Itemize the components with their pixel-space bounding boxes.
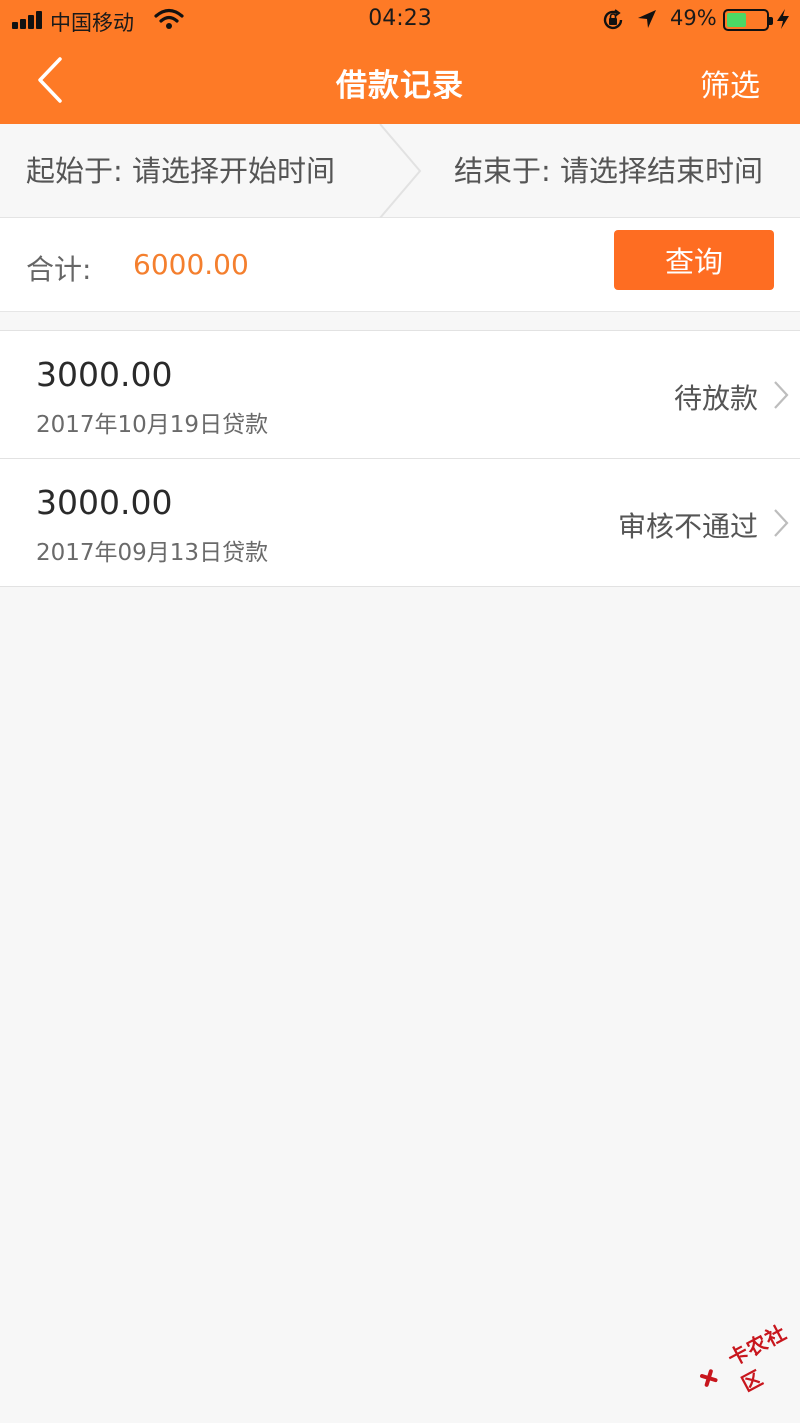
chevron-right-icon	[774, 509, 789, 537]
app-header: 中国移动 04:23 49% 借款记录 筛选	[0, 0, 800, 124]
query-button[interactable]: 查询	[614, 230, 774, 290]
chevron-right-icon	[774, 381, 789, 409]
page-title: 借款记录	[336, 68, 464, 104]
loan-list: 3000.00 2017年10月19日贷款 待放款 3000.00 2017年0…	[0, 330, 800, 587]
total-value: 6000.00	[133, 248, 249, 281]
charging-bolt-icon	[777, 9, 789, 29]
battery-percent: 49%	[670, 6, 717, 30]
loan-date: 2017年10月19日贷款	[36, 412, 269, 438]
summary-row: 合计: 6000.00 查询	[0, 218, 800, 312]
loan-date: 2017年09月13日贷款	[36, 540, 269, 566]
rotation-lock-icon	[603, 9, 623, 30]
end-date-picker[interactable]: 结束于: 请选择结束时间	[426, 124, 800, 218]
loan-status: 审核不通过	[617, 510, 758, 543]
battery-icon	[723, 9, 773, 31]
filter-button[interactable]: 筛选	[700, 61, 760, 105]
loan-amount: 3000.00	[36, 483, 173, 522]
status-bar: 中国移动 04:23 49%	[0, 0, 800, 40]
separator-arrow-icon	[379, 124, 422, 218]
loan-status: 待放款	[673, 382, 758, 415]
loan-amount: 3000.00	[36, 355, 173, 394]
loan-record[interactable]: 3000.00 2017年09月13日贷款 审核不通过	[0, 459, 800, 587]
location-icon	[638, 10, 656, 28]
start-date-picker[interactable]: 起始于: 请选择开始时间	[0, 124, 380, 218]
loan-record[interactable]: 3000.00 2017年10月19日贷款 待放款	[0, 331, 800, 459]
total-label: 合计:	[26, 253, 92, 286]
date-range-filter: 起始于: 请选择开始时间 结束于: 请选择结束时间	[0, 124, 800, 218]
